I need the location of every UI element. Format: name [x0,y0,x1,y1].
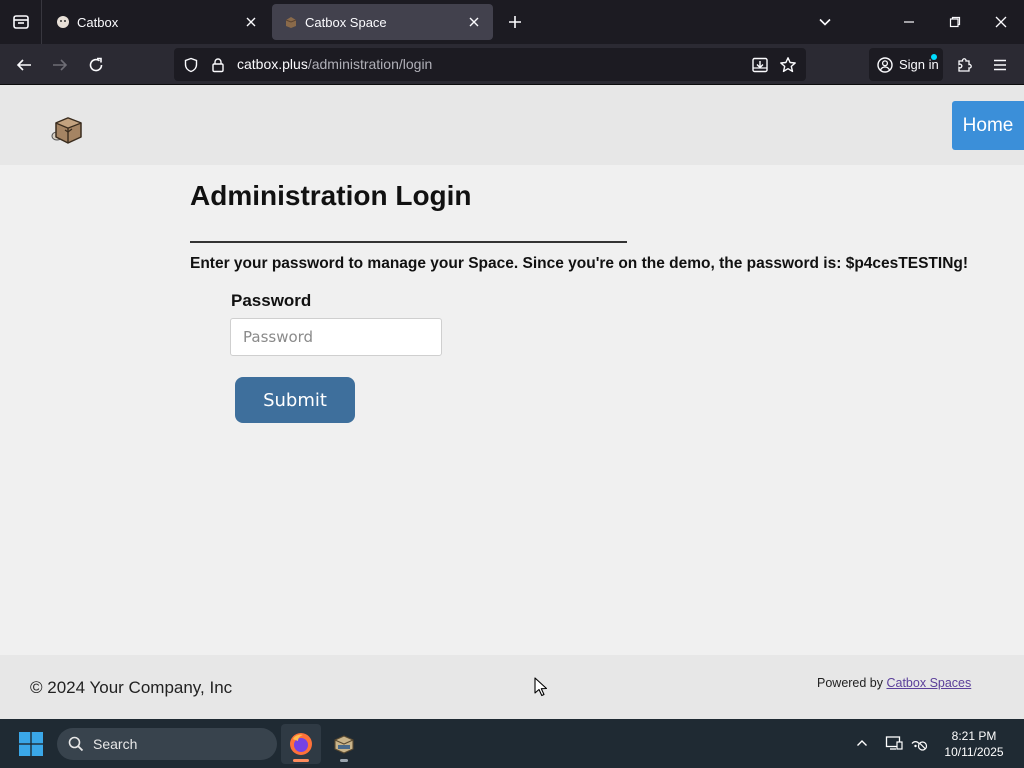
minimize-window-button[interactable] [886,0,932,44]
mouse-cursor-icon [534,677,548,697]
taskbar-app-catbox[interactable] [324,724,364,764]
lock-icon[interactable] [208,55,228,75]
password-input[interactable] [230,318,442,356]
password-label: Password [231,291,312,310]
back-button[interactable] [9,50,39,80]
url-path: /administration/login [307,56,433,72]
tracking-protection-shield-icon[interactable] [181,55,201,75]
browser-tab-bar: Catbox Catbox Space [0,0,1024,44]
browser-nav-bar: catbox.plus/administration/login Sign in [0,44,1024,85]
forward-arrow-icon [53,59,68,71]
save-to-pocket-icon[interactable] [750,55,770,75]
clock-time: 8:21 PM [951,729,997,743]
chevron-down-icon [819,18,831,26]
account-sign-in-button[interactable]: Sign in [869,48,943,81]
close-window-button[interactable] [978,0,1024,44]
address-bar[interactable]: catbox.plus/administration/login [174,48,806,81]
catbox-space-favicon-icon [284,15,298,29]
hamburger-menu-icon [994,59,1006,71]
url-domain: catbox.plus [237,56,308,72]
powered-by-text: Powered by Catbox Spaces [817,676,971,690]
tab-title: Catbox Space [305,14,387,30]
chevron-up-icon [857,740,867,746]
notification-dot [931,54,937,60]
minimize-icon [904,21,914,23]
page-title: Administration Login [190,180,472,211]
app-menu-button[interactable] [985,50,1015,80]
site-header: Home [0,85,1024,165]
tab-catbox[interactable]: Catbox [44,4,270,40]
reload-button[interactable] [81,50,111,80]
windows-taskbar: Search 8:21 PM 10/11/2025 [0,719,1024,768]
catbox-logo-icon[interactable] [48,109,88,149]
clock-date: 10/11/2025 [944,745,1004,759]
search-label: Search [93,736,138,752]
url-text: catbox.plus/administration/login [237,56,432,72]
running-app-indicator [293,759,309,762]
submit-button[interactable]: Submit [235,377,355,423]
catbox-spaces-link[interactable]: Catbox Spaces [886,676,971,690]
title-divider [190,241,627,243]
taskbar-search-box[interactable]: Search [57,728,277,760]
extensions-button[interactable] [950,50,980,80]
tab-catbox-space[interactable]: Catbox Space [272,4,493,40]
display-icon [885,736,903,750]
powered-by-prefix: Powered by [817,676,887,690]
plus-icon [509,16,521,28]
catbox-app-icon [334,735,354,754]
list-all-tabs-button[interactable] [811,8,839,36]
site-footer: © 2024 Your Company, Inc Powered by Catb… [0,655,1024,719]
copyright-text: © 2024 Your Company, Inc [30,678,233,697]
restore-window-button[interactable] [932,0,978,44]
search-icon [68,736,84,752]
taskbar-app-firefox[interactable] [281,724,321,764]
bookmark-star-icon[interactable] [778,55,798,75]
restore-icon [949,16,961,28]
web-page: Home Administration Login Enter your pas… [0,85,1024,719]
tray-network-volume-button[interactable] [909,733,929,753]
windows-start-icon[interactable] [18,731,44,757]
new-tab-button[interactable] [501,8,529,36]
catbox-favicon-icon [56,15,70,29]
firefox-icon [290,733,312,755]
puzzle-piece-icon [958,58,972,72]
firefox-view-button[interactable] [0,0,42,44]
tab-list-icon [12,15,29,29]
tray-display-button[interactable] [884,733,904,753]
login-instructions: Enter your password to manage your Space… [190,255,969,272]
reload-icon [89,57,103,72]
tab-title: Catbox [77,14,119,30]
close-icon [995,16,1007,28]
account-icon [877,56,893,73]
running-app-indicator [340,759,348,762]
taskbar-clock[interactable]: 8:21 PM 10/11/2025 [934,728,1014,760]
forward-button[interactable] [45,50,75,80]
close-tab-icon[interactable] [242,13,260,31]
show-hidden-icons-button[interactable] [852,733,872,753]
network-volume-icon [911,740,928,751]
home-nav-button[interactable]: Home [952,101,1024,150]
back-arrow-icon [16,59,31,71]
close-tab-icon[interactable] [465,13,483,31]
